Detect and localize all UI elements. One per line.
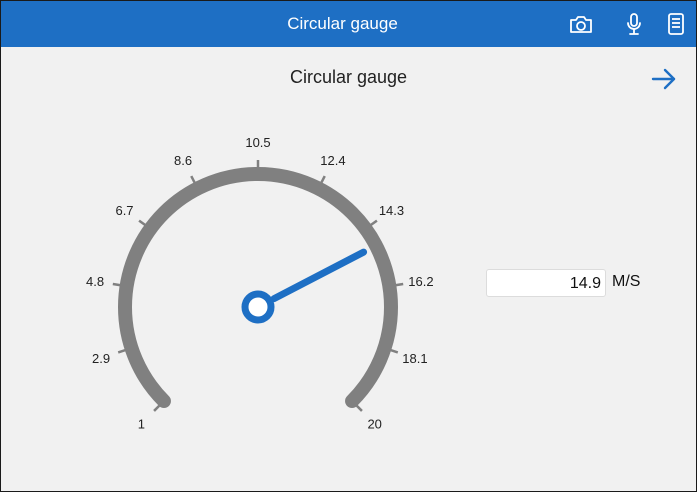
microphone-icon[interactable]: [621, 11, 647, 37]
gauge-tick-label: 1: [138, 417, 145, 432]
gauge-tick-label: 18.1: [402, 351, 427, 366]
gauge-tick-label: 10.5: [245, 135, 270, 150]
document-icon[interactable]: [663, 11, 689, 37]
gauge-tick: [190, 175, 197, 184]
arrow-right-icon[interactable]: [650, 65, 678, 93]
gauge-tick-label: 2.9: [92, 351, 110, 366]
gauge-needle-hub: [241, 290, 275, 324]
gauge-tick: [395, 282, 404, 287]
gauge-needle: [270, 248, 368, 303]
speed-value-field[interactable]: 14.9: [486, 269, 606, 297]
page-title: Circular gauge: [289, 67, 408, 87]
gauge-tick: [389, 348, 399, 354]
unit-label: M/S: [612, 273, 641, 290]
gauge-scale-arc: [118, 167, 398, 409]
camera-icon[interactable]: [568, 11, 594, 37]
circular-gauge: 1 2.9 4.8 6.7 8.6 10.5 12.4 14.3 16.2 18.1 20: [61, 117, 461, 477]
gauge-tick: [138, 219, 147, 227]
gauge-tick: [112, 282, 121, 287]
gauge-tick-label: 4.8: [86, 274, 104, 289]
gauge-tick-label: 8.6: [174, 153, 192, 168]
gauge-tick: [153, 404, 161, 412]
gauge-tick: [117, 348, 127, 354]
gauge-tick-label: 14.3: [379, 203, 404, 218]
app-window: Circular gauge Circular gauge 1 2.9 4.8 …: [0, 0, 697, 492]
gauge-tick-label: 20: [367, 417, 381, 432]
navigation-bar: Circular gauge: [1, 1, 696, 47]
gauge-tick-label: 6.7: [115, 203, 133, 218]
gauge-tick: [355, 404, 363, 412]
gauge-tick: [319, 175, 326, 184]
gauge-tick: [369, 219, 378, 227]
gauge-tick-label: 12.4: [320, 153, 345, 168]
gauge-tick-label: 16.2: [408, 274, 433, 289]
